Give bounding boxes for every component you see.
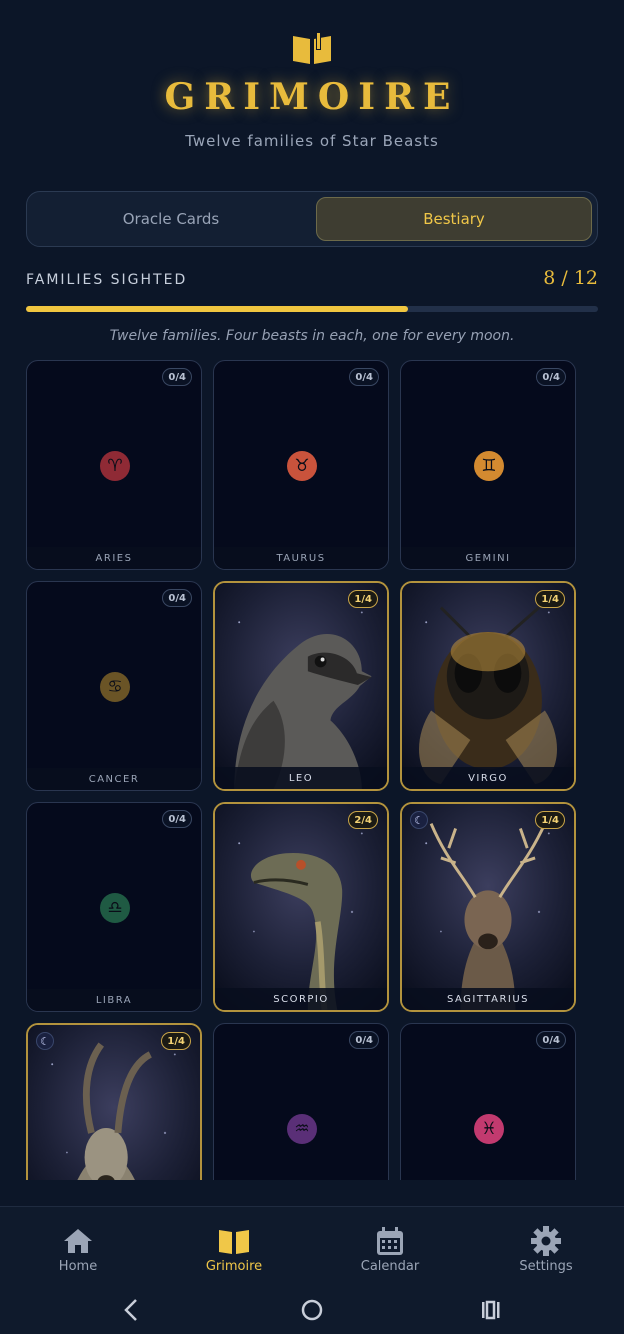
home-circle-icon[interactable] [294, 1292, 330, 1328]
count-badge: 0/4 [536, 1031, 566, 1049]
count-badge: 0/4 [349, 368, 379, 386]
family-name: CANCER [27, 768, 201, 790]
gemini-sign-icon: ♊ [474, 451, 504, 481]
bee-illustration [402, 583, 574, 789]
gear-icon [531, 1226, 561, 1256]
family-name: SAGITTARIUS [402, 988, 574, 1010]
moon-icon: ☾ [36, 1032, 54, 1050]
nav-grimoire-label: Grimoire [205, 1259, 263, 1274]
family-card-virgo[interactable]: 1/4 VIRGO [400, 581, 576, 791]
system-navigation-bar [0, 1284, 624, 1334]
moon-icon: ☾ [410, 811, 428, 829]
count-badge: 0/4 [349, 1031, 379, 1049]
count-badge: 1/4 [348, 590, 378, 608]
nav-settings-label: Settings [519, 1259, 573, 1274]
count-badge: 0/4 [162, 810, 192, 828]
family-name: GEMINI [401, 547, 575, 569]
family-name: TAURUS [214, 547, 388, 569]
home-icon [64, 1229, 92, 1253]
stag-illustration [402, 804, 574, 1010]
family-card-cancer[interactable]: ♋ 0/4 CANCER [26, 581, 202, 791]
family-card-sagittarius[interactable]: ☾ 1/4 SAGITTARIUS [400, 802, 576, 1012]
libra-sign-icon: ♎ [100, 893, 130, 923]
tagline: Twelve families. Four beasts in each, on… [109, 328, 515, 344]
count-badge: 1/4 [535, 590, 565, 608]
pisces-sign-icon: ♓ [474, 1114, 504, 1144]
count-badge: 1/4 [161, 1032, 191, 1050]
family-name: ARIES [27, 547, 201, 569]
family-card-aries[interactable]: ♈ 0/4 ARIES [26, 360, 202, 570]
count-badge: 0/4 [536, 368, 566, 386]
family-card-aquarius[interactable]: ♒0/4AQUARIUS [213, 1023, 389, 1180]
aquarius-sign-icon: ♒ [287, 1114, 317, 1144]
tab-oracle-cards[interactable]: Oracle Cards [33, 197, 309, 241]
family-card-capricorn[interactable]: ☾1/4CAPRICORN [26, 1023, 202, 1180]
page-title: GRIMOIRE [164, 76, 460, 118]
page-subtitle: Twelve families of Star Beasts [185, 132, 439, 150]
serpent-illustration [215, 804, 387, 1010]
families-grid[interactable]: ♈ 0/4 ARIES ♉ 0/4 TAURUS ♊ 0/4 GEMINI ♋ 0/4 CANCER … [0, 360, 624, 1180]
count-badge: 2/4 [348, 811, 378, 829]
family-name: LIBRA [27, 989, 201, 1011]
progress-bar-fill [26, 306, 408, 312]
family-card-leo[interactable]: 1/4 LEO [213, 581, 389, 791]
family-card-scorpio[interactable]: 2/4 SCORPIO [213, 802, 389, 1012]
nav-home[interactable]: Home [0, 1207, 156, 1285]
nav-settings[interactable]: Settings [468, 1207, 624, 1285]
family-card-pisces[interactable]: ♓0/4PISCES [400, 1023, 576, 1180]
bottom-nav: Home Grimoire Calendar Settings [0, 1206, 624, 1284]
nav-calendar[interactable]: Calendar [312, 1207, 468, 1285]
family-name: SCORPIO [215, 988, 387, 1010]
nav-calendar-label: Calendar [360, 1259, 420, 1274]
family-card-gemini[interactable]: ♊ 0/4 GEMINI [400, 360, 576, 570]
progress-count: 8 / 12 [543, 267, 598, 289]
open-book-icon [219, 1230, 249, 1254]
recents-icon[interactable] [472, 1292, 508, 1328]
calendar-icon [377, 1227, 403, 1255]
count-badge: 1/4 [535, 811, 565, 829]
tab-bestiary[interactable]: Bestiary [316, 197, 592, 241]
family-name: LEO [215, 767, 387, 789]
header: GRIMOIRE Twelve families of Star Beasts [0, 0, 624, 170]
aries-sign-icon: ♈ [100, 451, 130, 481]
progress-bar [26, 306, 598, 312]
cancer-sign-icon: ♋ [100, 672, 130, 702]
falcon-illustration [215, 583, 387, 789]
count-badge: 0/4 [162, 368, 192, 386]
progress-label: FAMILIES SIGHTED [26, 272, 188, 288]
taurus-sign-icon: ♉ [287, 451, 317, 481]
family-card-libra[interactable]: ♎ 0/4 LIBRA [26, 802, 202, 1012]
open-book-icon [293, 32, 331, 64]
nav-home-label: Home [58, 1259, 98, 1274]
back-icon[interactable] [114, 1292, 150, 1328]
nav-grimoire[interactable]: Grimoire [156, 1207, 312, 1285]
count-badge: 0/4 [162, 589, 192, 607]
view-switcher: Oracle Cards Bestiary [26, 191, 598, 247]
family-name: VIRGO [402, 767, 574, 789]
family-card-taurus[interactable]: ♉ 0/4 TAURUS [213, 360, 389, 570]
